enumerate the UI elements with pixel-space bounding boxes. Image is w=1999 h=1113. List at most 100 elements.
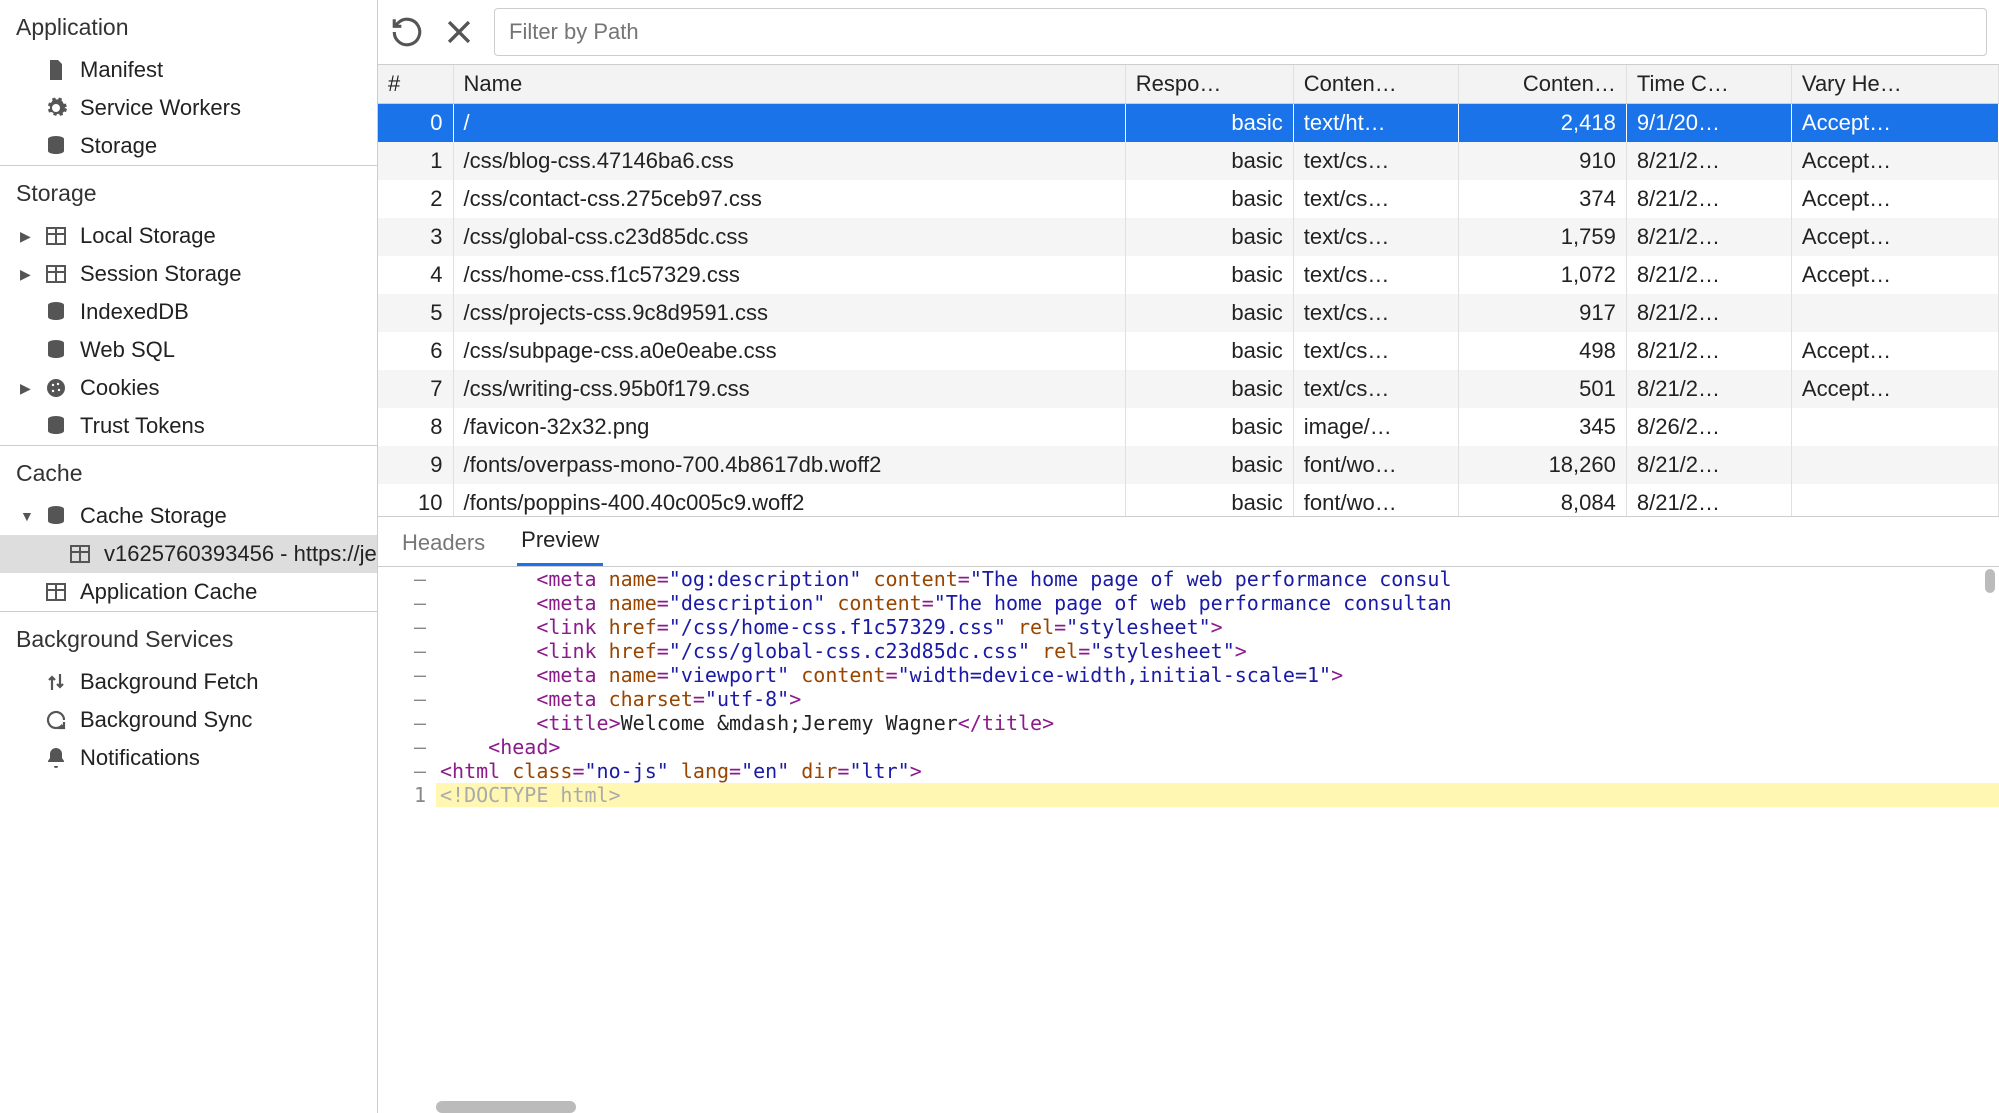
column-header[interactable]: Respo… xyxy=(1125,65,1293,104)
application-sidebar: ApplicationManifestService WorkersStorag… xyxy=(0,0,378,1113)
preview-pane[interactable]: – <meta name="og:description" content="T… xyxy=(378,567,1999,1113)
sidebar-item[interactable]: ▶Session Storage xyxy=(0,255,377,293)
column-header[interactable]: Conten… xyxy=(1293,65,1458,104)
chevron-right-icon[interactable]: ▶ xyxy=(20,228,31,245)
sidebar-item-label: v1625760393456 - https://je xyxy=(104,541,377,567)
code-content: <title>Welcome &mdash;Jeremy Wagner</tit… xyxy=(436,711,1999,735)
sidebar-item[interactable]: v1625760393456 - https://je xyxy=(0,535,377,573)
cell-name: /css/blog-css.47146ba6.css xyxy=(453,142,1125,180)
cell-idx: 0 xyxy=(378,104,453,143)
vertical-scrollbar-thumb[interactable] xyxy=(1985,569,1995,593)
chevron-right-icon[interactable]: ▶ xyxy=(20,266,31,283)
code-line[interactable]: – <meta name="og:description" content="T… xyxy=(378,567,1999,591)
chevron-right-icon[interactable]: ▶ xyxy=(20,380,31,397)
code-line[interactable]: – <link href="/css/global-css.c23d85dc.c… xyxy=(378,639,1999,663)
table-row[interactable]: 5/css/projects-css.9c8d9591.cssbasictext… xyxy=(378,294,1999,332)
code-line[interactable]: – <meta charset="utf-8"> xyxy=(378,687,1999,711)
code-line[interactable]: –<html class="no-js" lang="en" dir="ltr"… xyxy=(378,759,1999,783)
table-row[interactable]: 3/css/global-css.c23d85dc.cssbasictext/c… xyxy=(378,218,1999,256)
sidebar-item[interactable]: Background Sync xyxy=(0,701,377,739)
sidebar-item[interactable]: ▼Cache Storage xyxy=(0,497,377,535)
cell-vary: Accept… xyxy=(1791,180,1998,218)
chevron-down-icon[interactable]: ▼ xyxy=(20,508,34,524)
fold-toggle-icon[interactable]: – xyxy=(378,639,436,663)
column-header[interactable]: # xyxy=(378,65,453,104)
cell-clen: 1,759 xyxy=(1458,218,1626,256)
sidebar-item[interactable]: ▶Cookies xyxy=(0,369,377,407)
cell-time: 8/21/2… xyxy=(1626,218,1791,256)
code-line[interactable]: – <meta name="description" content="The … xyxy=(378,591,1999,615)
sidebar-item[interactable]: Storage xyxy=(0,127,377,165)
sidebar-item-label: Background Fetch xyxy=(80,669,259,695)
fold-toggle-icon[interactable]: – xyxy=(378,591,436,615)
cell-ctype: text/ht… xyxy=(1293,104,1458,143)
cell-ctype: image/… xyxy=(1293,408,1458,446)
fold-toggle-icon[interactable]: – xyxy=(378,711,436,735)
table-row[interactable]: 4/css/home-css.f1c57329.cssbasictext/cs…… xyxy=(378,256,1999,294)
cell-idx: 10 xyxy=(378,484,453,517)
sidebar-item[interactable]: Manifest xyxy=(0,51,377,89)
code-line[interactable]: 1<!DOCTYPE html> xyxy=(378,783,1999,807)
cache-entries-table: #NameRespo…Conten…Conten…Time C…Vary He…… xyxy=(378,65,1999,517)
sidebar-item[interactable]: Notifications xyxy=(0,739,377,777)
table-row[interactable]: 6/css/subpage-css.a0e0eabe.cssbasictext/… xyxy=(378,332,1999,370)
cell-time: 8/21/2… xyxy=(1626,484,1791,517)
sidebar-item[interactable]: Web SQL xyxy=(0,331,377,369)
sidebar-item[interactable]: Service Workers xyxy=(0,89,377,127)
sidebar-item[interactable]: Trust Tokens xyxy=(0,407,377,445)
sidebar-item[interactable]: ▶Local Storage xyxy=(0,217,377,255)
tab-preview[interactable]: Preview xyxy=(517,517,603,566)
line-number: 1 xyxy=(378,783,436,807)
code-content: <link href="/css/global-css.c23d85dc.css… xyxy=(436,639,1999,663)
cell-resp: basic xyxy=(1125,256,1293,294)
cache-toolbar xyxy=(378,0,1999,65)
code-line[interactable]: – <title>Welcome &mdash;Jeremy Wagner</t… xyxy=(378,711,1999,735)
sidebar-item-label: IndexedDB xyxy=(80,299,189,325)
fold-toggle-icon[interactable]: – xyxy=(378,759,436,783)
table-row[interactable]: 0/basictext/ht…2,4189/1/20…Accept… xyxy=(378,104,1999,143)
column-header[interactable]: Name xyxy=(453,65,1125,104)
cell-vary: Accept… xyxy=(1791,332,1998,370)
table-header-row: #NameRespo…Conten…Conten…Time C…Vary He… xyxy=(378,65,1999,104)
fold-toggle-icon[interactable]: – xyxy=(378,735,436,759)
table-row[interactable]: 10/fonts/poppins-400.40c005c9.woff2basic… xyxy=(378,484,1999,517)
cell-resp: basic xyxy=(1125,218,1293,256)
cell-vary: Accept… xyxy=(1791,218,1998,256)
cell-time: 8/21/2… xyxy=(1626,370,1791,408)
table-row[interactable]: 1/css/blog-css.47146ba6.cssbasictext/cs…… xyxy=(378,142,1999,180)
table-icon xyxy=(44,262,68,286)
clear-button[interactable] xyxy=(442,15,476,49)
table-row[interactable]: 2/css/contact-css.275ceb97.cssbasictext/… xyxy=(378,180,1999,218)
cell-clen: 18,260 xyxy=(1458,446,1626,484)
sidebar-item[interactable]: Application Cache xyxy=(0,573,377,611)
code-line[interactable]: – <link href="/css/home-css.f1c57329.css… xyxy=(378,615,1999,639)
column-header[interactable]: Conten… xyxy=(1458,65,1626,104)
code-content: <meta name="og:description" content="The… xyxy=(436,567,1999,591)
filter-input[interactable] xyxy=(494,8,1987,56)
table-row[interactable]: 7/css/writing-css.95b0f179.cssbasictext/… xyxy=(378,370,1999,408)
cell-resp: basic xyxy=(1125,294,1293,332)
sidebar-item-label: Notifications xyxy=(80,745,200,771)
column-header[interactable]: Vary He… xyxy=(1791,65,1998,104)
cell-time: 8/21/2… xyxy=(1626,294,1791,332)
sidebar-item-label: Application Cache xyxy=(80,579,257,605)
fold-toggle-icon[interactable]: – xyxy=(378,615,436,639)
table-row[interactable]: 9/fonts/overpass-mono-700.4b8617db.woff2… xyxy=(378,446,1999,484)
cell-idx: 5 xyxy=(378,294,453,332)
column-header[interactable]: Time C… xyxy=(1626,65,1791,104)
fold-toggle-icon[interactable]: – xyxy=(378,567,436,591)
code-line[interactable]: – <meta name="viewport" content="width=d… xyxy=(378,663,1999,687)
code-line[interactable]: – <head> xyxy=(378,735,1999,759)
sync-icon xyxy=(44,708,68,732)
refresh-button[interactable] xyxy=(390,15,424,49)
cell-ctype: font/wo… xyxy=(1293,484,1458,517)
section-heading: Background Services xyxy=(0,612,377,663)
fold-toggle-icon[interactable]: – xyxy=(378,663,436,687)
fold-toggle-icon[interactable]: – xyxy=(378,687,436,711)
table-row[interactable]: 8/favicon-32x32.pngbasicimage/…3458/26/2… xyxy=(378,408,1999,446)
sidebar-item[interactable]: IndexedDB xyxy=(0,293,377,331)
tab-headers[interactable]: Headers xyxy=(398,520,489,566)
sidebar-item[interactable]: Background Fetch xyxy=(0,663,377,701)
horizontal-scrollbar-thumb[interactable] xyxy=(436,1101,576,1113)
cell-idx: 6 xyxy=(378,332,453,370)
